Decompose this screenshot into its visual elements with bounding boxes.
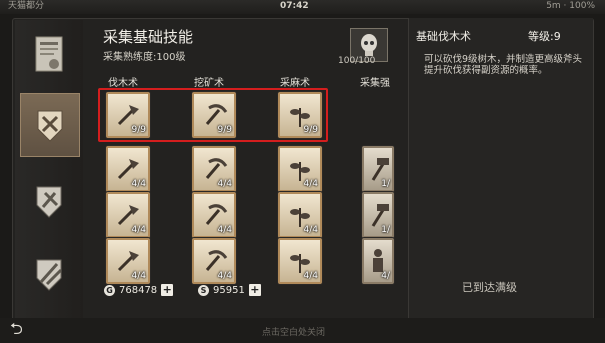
gold-currency: G 768478 + [104, 284, 174, 296]
avatar-count: 100/100 [338, 56, 376, 66]
skill-level: 1/ [381, 225, 390, 235]
skill-tile-flax-2[interactable]: 4/4 [278, 146, 322, 192]
skill-max-status: 已到达满级 [462, 281, 517, 294]
weapon-skill-icon [36, 259, 63, 291]
skill-level: 4/4 [303, 179, 318, 189]
column-header-gather-boost: 采集强 [360, 78, 390, 89]
skill-tile-logging-2[interactable]: 4/4 [106, 146, 150, 192]
skill-level: 1/ [381, 179, 390, 189]
gather-skill-icon [37, 110, 63, 142]
skill-level: 4/4 [131, 179, 146, 189]
silver-amount: 95951 [213, 284, 245, 296]
skill-level: 4/4 [217, 179, 232, 189]
back-arrow-icon[interactable]: ⮌ [10, 320, 32, 338]
skill-level: 4/4 [131, 225, 146, 235]
panel-title: 采集基础技能 [103, 28, 194, 46]
skill-tile-boost-2[interactable]: 1/ [362, 146, 394, 192]
skill-level: 4/4 [131, 271, 146, 281]
add-gold-button[interactable]: + [161, 284, 174, 296]
skull-icon [361, 34, 377, 56]
skill-tile-mining-3[interactable]: 4/4 [192, 192, 236, 238]
status-bar: 天猫都分 07:42 5m · 100% [0, 0, 605, 14]
selected-row-highlight [98, 88, 328, 142]
skill-level: 4/ [381, 271, 390, 281]
add-silver-button[interactable]: + [248, 284, 261, 296]
skill-tile-mining-2[interactable]: 4/4 [192, 146, 236, 192]
skill-tile-mining-4[interactable]: 4/4 [192, 238, 236, 284]
skill-level: 4/4 [303, 271, 318, 281]
category-tab-weapon[interactable] [20, 243, 78, 305]
close-hint: 点击空白处关闭 [262, 328, 326, 338]
gold-coin-icon: G [104, 284, 115, 296]
skill-tile-flax-4[interactable]: 4/4 [278, 238, 322, 284]
category-tab-crafting[interactable] [20, 170, 78, 232]
column-header-logging: 伐木术 [108, 78, 138, 89]
skill-tile-flax-3[interactable]: 4/4 [278, 192, 322, 238]
certificate-icon [35, 36, 63, 72]
skill-tile-boost-3[interactable]: 1/ [362, 192, 394, 238]
status-right: 5m · 100% [546, 1, 595, 11]
column-header-flax: 采麻术 [280, 78, 310, 89]
skill-tile-logging-3[interactable]: 4/4 [106, 192, 150, 238]
skill-level: 4/4 [303, 225, 318, 235]
skill-detail-level: 等级:9 [528, 30, 561, 43]
skill-detail-name: 基础伐木术 [416, 30, 471, 43]
skill-detail-description: 可以砍伐9级树木，并制造更高级斧头提升砍伐获得副资源的概率。 [424, 54, 583, 76]
skill-tile-boost-4[interactable]: 4/ [362, 238, 394, 284]
skill-tile-logging-4[interactable]: 4/4 [106, 238, 150, 284]
status-left: 天猫都分 [8, 1, 45, 11]
silver-currency: S 95951 + [198, 284, 261, 296]
category-tab-certificate[interactable] [20, 24, 78, 86]
silver-coin-icon: S [198, 284, 209, 296]
skill-level: 4/4 [217, 225, 232, 235]
skill-level: 4/4 [217, 271, 232, 281]
gold-amount: 768478 [119, 284, 158, 296]
proficiency-label: 采集熟练度:100级 [103, 52, 186, 63]
status-time: 07:42 [280, 1, 309, 11]
column-header-mining: 挖矿术 [194, 78, 224, 89]
craft-skill-icon [36, 186, 62, 218]
category-tab-gathering[interactable] [20, 93, 80, 157]
